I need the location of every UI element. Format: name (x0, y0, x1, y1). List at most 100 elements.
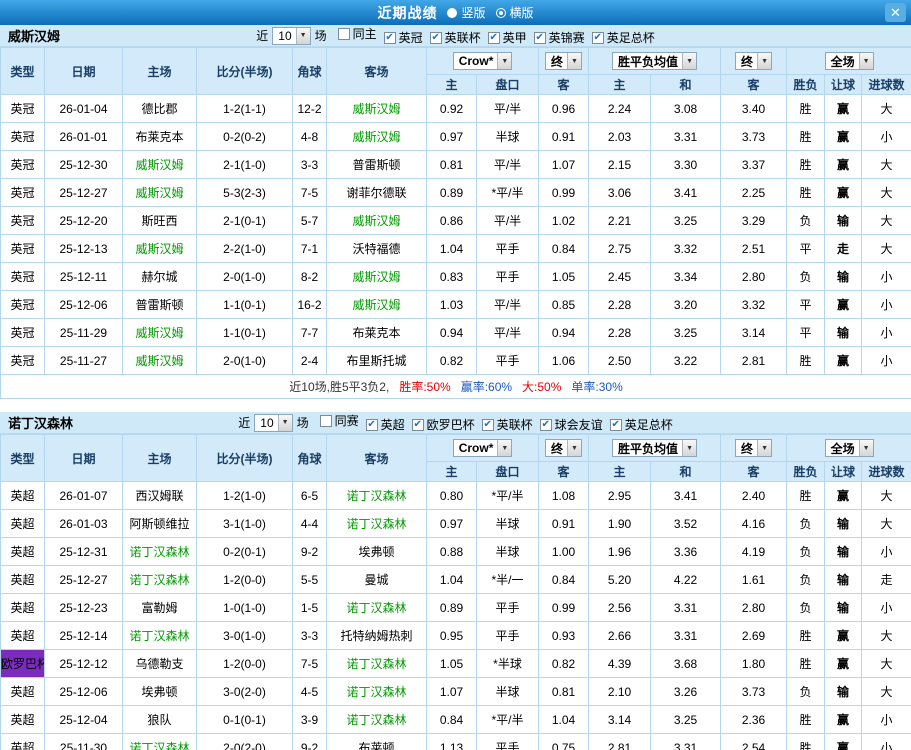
checkbox-label: 英足总杯 (624, 418, 673, 432)
checkbox-checked-icon[interactable]: ✔ (487, 31, 500, 44)
checkbox-checked-icon[interactable]: ✔ (481, 418, 494, 431)
league-type-cell: 英冠 (0, 178, 45, 207)
scope-select[interactable]: 全场 ▼ (824, 439, 874, 457)
avg-home-cell: 2.15 (588, 150, 652, 179)
away-team-cell: 诺丁汉森林 (326, 481, 427, 510)
home-odds-cell: 0.89 (426, 178, 477, 207)
handicap-cell: 半球 (475, 677, 540, 706)
checkbox-checked-icon[interactable]: ✔ (533, 31, 546, 44)
match-row: 英超 25-11-30 诺丁汉森林 2-0(2-0) 9-2 布莱顿 1.13 平手 0.75 2… (0, 733, 911, 750)
scope-select[interactable]: 全场 ▼ (824, 52, 874, 70)
result-outcome-cell: 胜 (786, 649, 826, 678)
avg-draw-cell: 3.32 (650, 234, 722, 263)
avg-draw-cell: 3.52 (650, 509, 722, 538)
away-team-cell: 普雷斯顿 (326, 150, 427, 179)
final-avg-select[interactable]: 终 ▼ (735, 439, 772, 457)
avg-odds-select[interactable]: 胜平负均值 ▼ (612, 439, 697, 457)
checkbox-checked-icon[interactable]: ✔ (591, 31, 604, 44)
avg-home-cell: 4.39 (588, 649, 652, 678)
league-type-cell: 英冠 (0, 206, 45, 235)
avg-draw-cell: 3.31 (650, 621, 722, 650)
filter-checkbox-欧罗巴杯[interactable]: ✔ 欧罗巴杯 (411, 416, 475, 433)
league-type-cell: 英超 (0, 621, 45, 650)
chevron-down-icon: ▼ (682, 440, 696, 456)
final-avg-select[interactable]: 终 ▼ (735, 52, 772, 70)
avg-away-cell: 2.54 (720, 733, 788, 750)
league-type-cell: 英超 (0, 537, 45, 566)
filter-checkbox-英足总杯[interactable]: ✔ 英足总杯 (609, 416, 673, 433)
league-type-cell: 英冠 (0, 122, 45, 151)
avg-home-cell: 2.75 (588, 234, 652, 263)
score-cell: 1-0(1-0) (196, 593, 293, 622)
checkbox-unchecked-icon[interactable] (319, 414, 332, 427)
away-team-cell: 诺丁汉森林 (326, 705, 427, 734)
home-odds-cell: 0.97 (426, 509, 477, 538)
close-icon[interactable]: ✕ (885, 3, 906, 22)
window-title: 近期战绩 (377, 4, 438, 21)
avg-odds-select[interactable]: 胜平负均值 ▼ (612, 52, 697, 70)
filter-controls: 近 10 ▼ 场 同主 ✔ 英冠 ✔ 英联杯 ✔ 英甲 ✔ 英锦赛 ✔ 英足总杯 (256, 25, 655, 46)
final-odds-select[interactable]: 终 ▼ (545, 439, 582, 457)
column-header-avg-away: 客 (720, 74, 788, 95)
home-odds-cell: 1.05 (426, 649, 477, 678)
checkbox-checked-icon[interactable]: ✔ (539, 418, 552, 431)
handicap-cell: *平/半 (475, 178, 540, 207)
avg-away-cell: 2.25 (720, 178, 788, 207)
home-odds-cell: 0.81 (426, 150, 477, 179)
match-count-select[interactable]: 10 ▼ (254, 413, 293, 432)
away-odds-cell: 1.02 (538, 206, 590, 235)
final-odds-select[interactable]: 终 ▼ (545, 52, 582, 70)
filter-checkbox-英联杯[interactable]: ✔ 英联杯 (429, 29, 481, 46)
odds-source-select[interactable]: Crow* ▼ (452, 439, 513, 457)
avg-draw-cell: 3.25 (650, 705, 722, 734)
match-count-select[interactable]: 10 ▼ (272, 26, 311, 45)
corner-cell: 3-3 (292, 621, 327, 650)
radio-icon[interactable] (447, 7, 458, 18)
avg-draw-cell: 3.41 (650, 481, 722, 510)
avg-home-cell: 2.95 (588, 481, 652, 510)
date-cell: 25-11-30 (44, 733, 123, 750)
filter-checkbox-英甲[interactable]: ✔ 英甲 (487, 29, 527, 46)
avg-home-cell: 2.66 (588, 621, 652, 650)
checkbox-label: 英锦赛 (548, 31, 585, 45)
avg-draw-cell: 3.25 (650, 206, 722, 235)
filter-checkbox-英超[interactable]: ✔ 英超 (365, 416, 405, 433)
checkbox-checked-icon[interactable]: ✔ (383, 31, 396, 44)
layout-radio-vertical[interactable]: 竖版 (447, 4, 486, 21)
checkbox-checked-icon[interactable]: ✔ (411, 418, 424, 431)
radio-selected-icon[interactable] (495, 7, 506, 18)
filter-checkbox-球会友谊[interactable]: ✔ 球会友谊 (539, 416, 603, 433)
match-row: 英冠 25-11-29 威斯汉姆 1-1(0-1) 7-7 布莱克本 0.94 平/半 0.94… (0, 318, 911, 347)
avg-home-cell: 3.06 (588, 178, 652, 207)
filter-checkbox-英联杯[interactable]: ✔ 英联杯 (481, 416, 533, 433)
filter-checkbox-同主[interactable]: 同主 (337, 25, 377, 42)
away-odds-cell: 1.00 (538, 537, 590, 566)
match-row: 英超 26-01-03 阿斯顿维拉 3-1(1-0) 4-4 诺丁汉森林 0.97 半球 0.9… (0, 509, 911, 538)
date-cell: 25-12-27 (44, 178, 123, 207)
avg-draw-cell: 3.34 (650, 262, 722, 291)
filter-checkbox-英锦赛[interactable]: ✔ 英锦赛 (533, 29, 585, 46)
checkbox-checked-icon[interactable]: ✔ (609, 418, 622, 431)
odds-source-select[interactable]: Crow* ▼ (452, 52, 513, 70)
result-outcome-cell: 负 (786, 565, 826, 594)
checkbox-checked-icon[interactable]: ✔ (429, 31, 442, 44)
away-odds-cell: 0.99 (538, 593, 590, 622)
filter-checkbox-同赛[interactable]: 同赛 (319, 412, 359, 429)
match-row: 英冠 26-01-04 德比郡 1-2(1-1) 12-2 威斯汉姆 0.92 平/半 0.96… (0, 94, 911, 123)
date-cell: 26-01-04 (44, 94, 123, 123)
away-team-cell: 布莱克本 (326, 318, 427, 347)
avg-away-cell: 3.37 (720, 150, 788, 179)
score-cell: 2-0(1-0) (196, 346, 293, 375)
league-type-cell: 英超 (0, 705, 45, 734)
league-type-cell: 英冠 (0, 150, 45, 179)
away-team-cell: 威斯汉姆 (326, 94, 427, 123)
filter-checkbox-英足总杯[interactable]: ✔ 英足总杯 (591, 29, 655, 46)
column-header-goals-result: 进球数 (861, 461, 911, 482)
filter-checkbox-英冠[interactable]: ✔ 英冠 (383, 29, 423, 46)
avg-home-cell: 2.24 (588, 94, 652, 123)
checkbox-checked-icon[interactable]: ✔ (365, 418, 378, 431)
layout-radio-horizontal[interactable]: 横版 (495, 4, 534, 21)
score-cell: 3-0(2-0) (196, 677, 293, 706)
league-type-cell: 英超 (0, 733, 45, 750)
checkbox-unchecked-icon[interactable] (337, 27, 350, 40)
